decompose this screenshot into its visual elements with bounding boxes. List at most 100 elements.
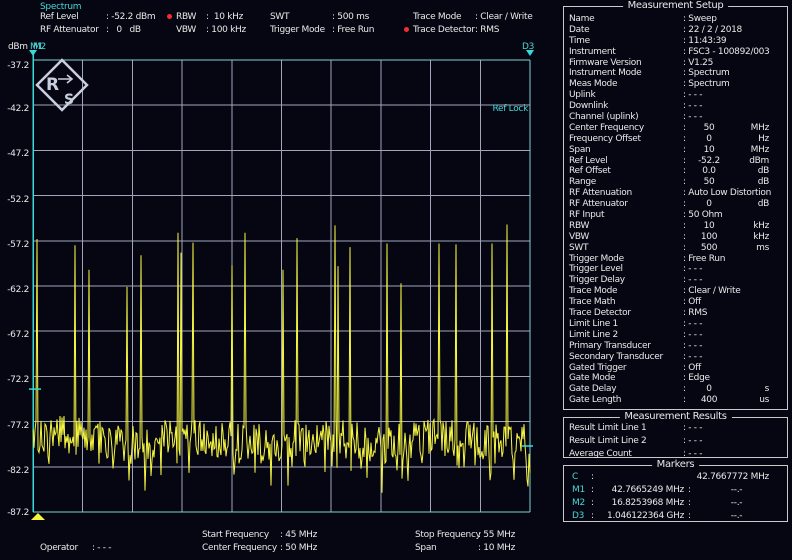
marker-row: C:42.7667772 MHz [564,472,787,485]
setup-row-value: : - - - [683,101,702,111]
setup-row-colon: : [683,145,686,155]
marker-name: M2 [572,498,585,508]
setup-row-value: : FSC3 - 100892/003 [683,47,769,57]
marker-colon2: : [688,498,691,508]
rs-logo-r: R [46,75,59,95]
setup-row-value: : Spectrum [683,68,730,78]
setup-row: Downlink: - - - [564,101,787,112]
setup-row: Trigger Level: - - - [564,264,787,275]
footer-item-label: Span [415,543,478,553]
y-axis-tick-label: -47.2 [0,149,29,159]
setup-row-value: : Spectrum [683,79,730,89]
footer-item-value: : 10 MHz [478,543,515,553]
setup-row-colon: : [683,384,686,394]
setup-row-label: Trigger Level [569,264,623,274]
setup-row-label: Firmware Version [569,58,641,68]
setup-row: Date: 22 / 2 / 2018 [564,25,787,36]
setup-row-unit: dB [758,177,769,187]
setup-row: Limit Line 2: - - - [564,330,787,341]
setup-row-value: : - - - [683,352,702,362]
setup-row: Secondary Transducer : - - - [564,352,787,363]
setup-row: Ref Offset:0.0dB [564,166,787,177]
marker-row: M1:42.7665249 MHz:--.- [564,485,787,498]
marker-name: M1 [572,485,585,495]
y-axis-tick-label: -82.2 [0,466,29,476]
operator-value: : - - - [92,543,111,553]
setup-row: Meas Mode : Spectrum [564,79,787,90]
setup-row-value: : - - - [683,112,702,122]
setup-row-value: : V1.25 [683,58,713,68]
operator-label: Operator [40,543,92,553]
measurement-setup-panel: Measurement Setup Name: SweepDate: 22 / … [563,6,788,410]
setup-row-colon: : [683,166,686,176]
setup-row: Trace Detector : RMS [564,308,787,319]
setup-row-label: Frequency Offset [569,134,641,144]
setup-row: Center Frequency:50MHz [564,123,787,134]
amplitude-unit-label: dBm [8,42,28,52]
rs-logo: R S [37,60,87,110]
setup-row-unit: dB [758,199,769,209]
marker-row: M2:16.8253968 MHz:--.- [564,498,787,511]
measurement-results-panel: Measurement Results Result Limit Line 1:… [563,417,788,458]
y-axis-tick-label: -42.2 [0,104,29,114]
y-axis-tick-label: -57.2 [0,240,29,250]
marker-name: D3 [572,511,584,521]
result-row: Result Limit Line 2: - - - [564,436,787,449]
setup-row: RF Attenuator:0dB [564,199,787,210]
setup-row-colon: : [683,221,686,231]
setup-row-label: Meas Mode [569,79,617,89]
setup-row: Frequency Offset:0Hz [564,134,787,145]
setup-row: Gate Delay:0s [564,384,787,395]
setup-row-label: Uplink [569,90,595,100]
setup-row: Gate Length:400us [564,395,787,406]
setup-row-unit: dB [758,166,769,176]
marker-amplitude: --.- [709,485,764,495]
setup-row: Gated Trigger: Off [564,363,787,374]
y-axis-tick-label: -37.2 [0,61,29,71]
setup-row-label: Trigger Delay [569,275,625,285]
setup-row-label: VBW [569,232,589,242]
setup-row-value: -52.2 [687,156,731,166]
setup-row-value: 0 [687,384,731,394]
ref-lock-status: Ref Lock [455,104,528,114]
footer-item-value: : 45 MHz [280,530,317,540]
setup-row-value: : Free Run [683,254,725,264]
footer-frequency-item: Center Frequency: 50 MHz [202,543,317,553]
setup-row: Channel (uplink) : - - - [564,112,787,123]
result-row: Result Limit Line 1: - - - [564,423,787,436]
setup-row-value: : Clear / Write [683,286,740,296]
setup-row-colon: : [683,156,686,166]
footer-item-label: Center Frequency [202,543,280,553]
setup-row-value: : Edge [683,373,710,383]
setup-row: RBW:10kHz [564,221,787,232]
measurement-setup-title: Measurement Setup [623,0,729,11]
setup-row-colon: : [683,243,686,253]
setup-row-label: Secondary Transducer [569,352,663,362]
setup-row-unit: Hz [758,134,769,144]
markers-title: Markers [652,459,700,470]
setup-row-label: Gate Mode [569,373,615,383]
setup-row-unit: ms [756,243,769,253]
setup-row-label: Time [569,36,590,46]
marker-frequency: 1.046122364 GHz [594,511,684,521]
setup-row-value: : RMS [683,308,707,318]
setup-row-label: Channel (uplink) [569,112,638,122]
y-axis-tick-label: -72.2 [0,375,29,385]
setup-row-label: Trace Detector [569,308,631,318]
marker-amplitude: --.- [709,511,764,521]
setup-row-label: RBW [569,221,589,231]
marker-colon2: : [688,511,691,521]
marker-frequency: 42.7665249 MHz [594,485,684,495]
setup-row-value: 0.0 [687,166,731,176]
setup-row-unit: us [759,395,769,405]
setup-row-label: Trigger Mode [569,254,624,264]
setup-row-label: Trace Mode [569,286,617,296]
result-row-value: : - - - [683,436,702,446]
setup-row-label: Limit Line 1 [569,319,618,329]
setup-row: Firmware Version : V1.25 [564,58,787,69]
footer-item-label: Stop Frequency [415,530,478,540]
setup-row: Primary Transducer: - - - [564,341,787,352]
setup-row-value: : 50 Ohm [683,210,722,220]
setup-row-value: 50 [687,177,731,187]
footer-item-value: : 50 MHz [280,543,317,553]
